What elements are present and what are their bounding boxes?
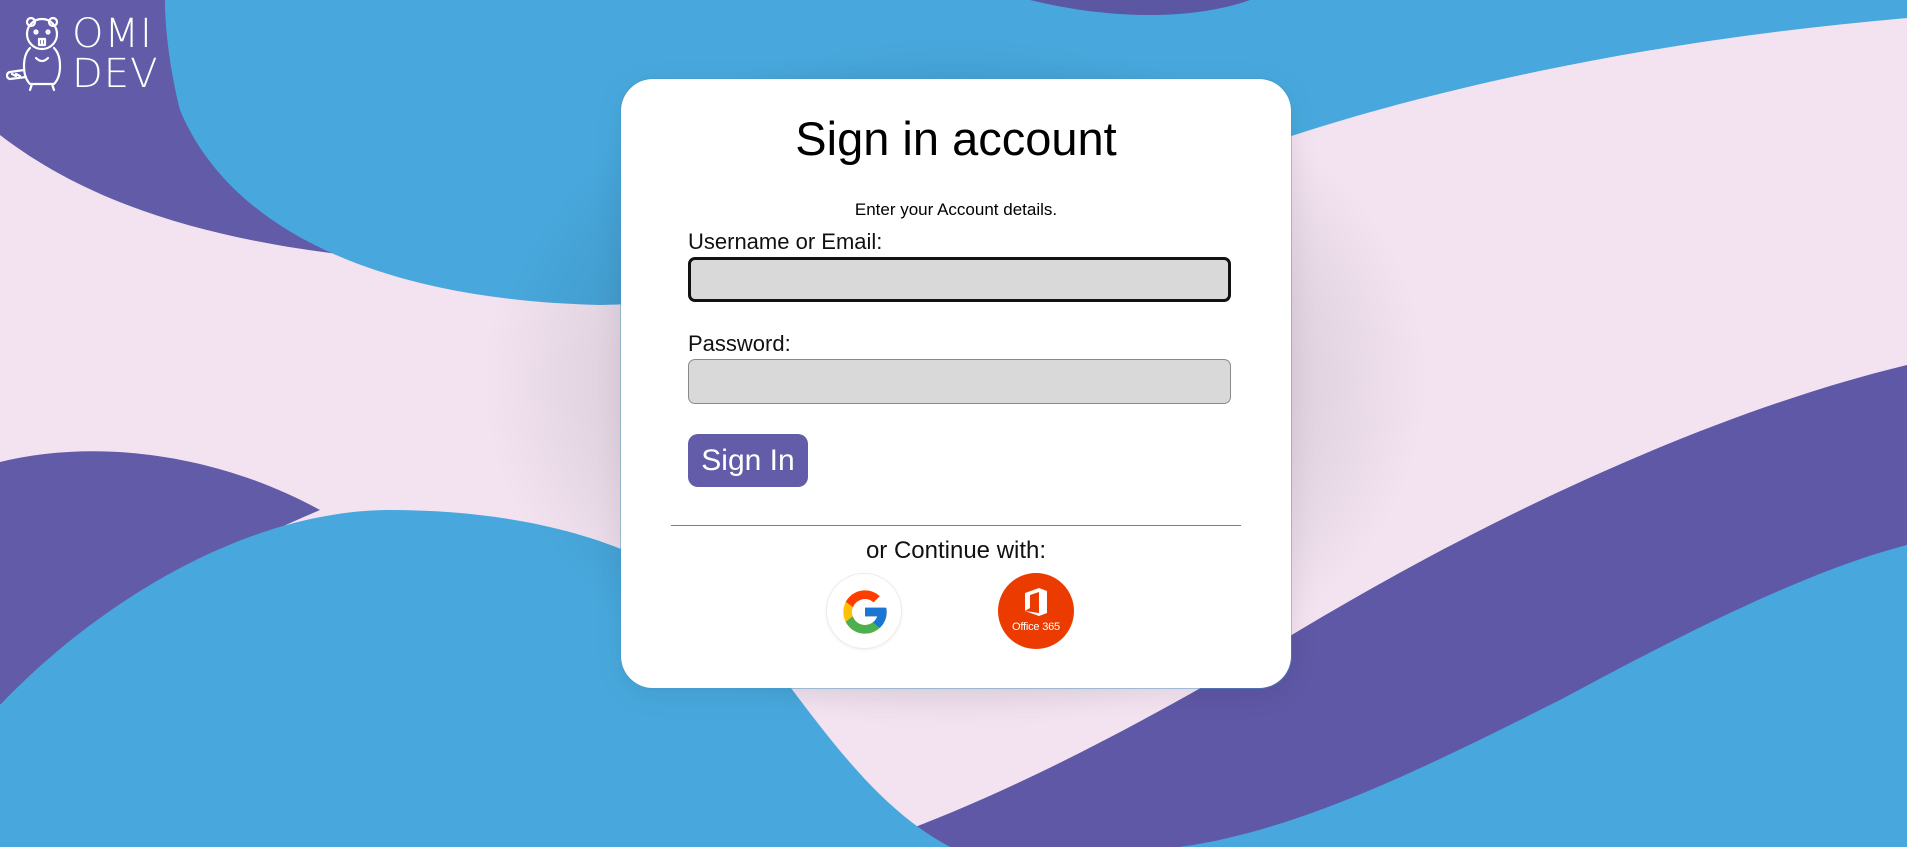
divider	[671, 525, 1241, 526]
password-input[interactable]	[688, 359, 1231, 404]
username-label: Username or Email:	[688, 229, 883, 254]
beaver-mascot-icon	[6, 16, 62, 92]
office365-signin-button[interactable]: Office 365	[998, 573, 1074, 649]
logo-text: OMI DEV	[72, 14, 158, 94]
google-icon	[843, 590, 887, 634]
login-page: OMI DEV Sign in account Enter your Accou…	[0, 0, 1907, 847]
password-label: Password:	[688, 331, 791, 356]
google-signin-button[interactable]	[826, 573, 902, 649]
omidev-logo: OMI DEV	[6, 14, 166, 94]
continue-with-text: or Continue with:	[865, 537, 1047, 564]
signin-card: Sign in account Enter your Account detai…	[621, 79, 1291, 688]
username-input[interactable]	[688, 257, 1231, 302]
page-subtitle: Enter your Account details.	[854, 200, 1058, 219]
page-title: Sign in account	[795, 112, 1117, 165]
logo-text-line2: DEV	[72, 51, 159, 97]
logo-text-line1: OMI	[72, 11, 153, 57]
office365-label: Office 365	[1012, 621, 1060, 633]
signin-button[interactable]: Sign In	[688, 434, 808, 487]
office365-icon	[1025, 588, 1047, 616]
